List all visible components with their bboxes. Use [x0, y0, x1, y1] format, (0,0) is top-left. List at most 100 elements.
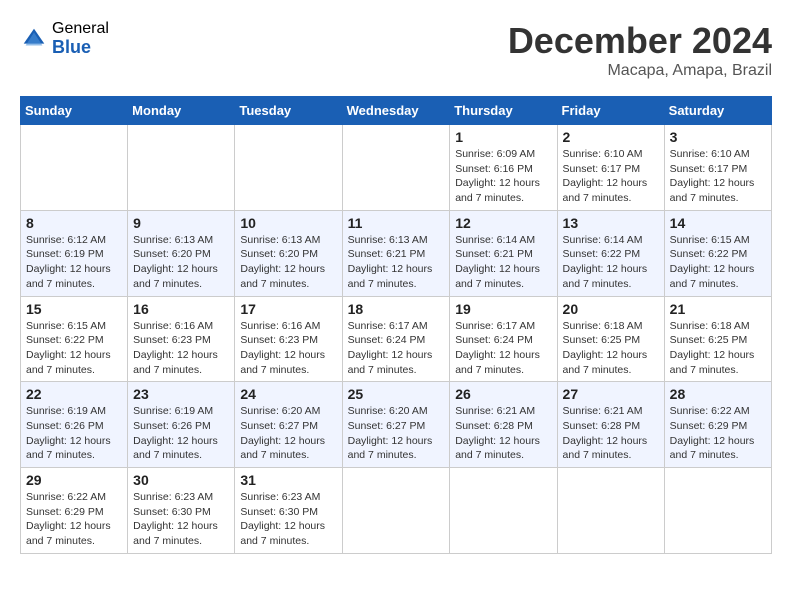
day-number: 13: [563, 215, 659, 231]
sunset: Sunset: 6:24 PM: [348, 334, 426, 346]
calendar-cell: 12 Sunrise: 6:14 AM Sunset: 6:21 PM Dayl…: [450, 210, 557, 296]
header-monday: Monday: [128, 97, 235, 125]
sunrise: Sunrise: 6:22 AM: [26, 491, 106, 503]
day-info: Sunrise: 6:10 AM Sunset: 6:17 PM Dayligh…: [563, 147, 659, 206]
calendar-cell: 17 Sunrise: 6:16 AM Sunset: 6:23 PM Dayl…: [235, 296, 342, 382]
daylight: Daylight: 12 hours and 7 minutes.: [240, 520, 325, 547]
logo-icon: [20, 25, 48, 53]
day-info: Sunrise: 6:19 AM Sunset: 6:26 PM Dayligh…: [26, 404, 122, 463]
day-info: Sunrise: 6:14 AM Sunset: 6:22 PM Dayligh…: [563, 233, 659, 292]
calendar-cell: 18 Sunrise: 6:17 AM Sunset: 6:24 PM Dayl…: [342, 296, 450, 382]
calendar-cell: 9 Sunrise: 6:13 AM Sunset: 6:20 PM Dayli…: [128, 210, 235, 296]
sunset: Sunset: 6:26 PM: [26, 420, 104, 432]
day-info: Sunrise: 6:16 AM Sunset: 6:23 PM Dayligh…: [133, 319, 229, 378]
calendar-cell: 25 Sunrise: 6:20 AM Sunset: 6:27 PM Dayl…: [342, 382, 450, 468]
sunset: Sunset: 6:29 PM: [670, 420, 748, 432]
daylight: Daylight: 12 hours and 7 minutes.: [26, 520, 111, 547]
calendar-cell: 8 Sunrise: 6:12 AM Sunset: 6:19 PM Dayli…: [21, 210, 128, 296]
calendar-cell: [342, 125, 450, 211]
sunset: Sunset: 6:26 PM: [133, 420, 211, 432]
day-info: Sunrise: 6:17 AM Sunset: 6:24 PM Dayligh…: [455, 319, 551, 378]
sunset: Sunset: 6:16 PM: [455, 163, 533, 175]
day-info: Sunrise: 6:12 AM Sunset: 6:19 PM Dayligh…: [26, 233, 122, 292]
sunrise: Sunrise: 6:16 AM: [240, 320, 320, 332]
sunset: Sunset: 6:30 PM: [133, 506, 211, 518]
daylight: Daylight: 12 hours and 7 minutes.: [670, 349, 755, 376]
sunrise: Sunrise: 6:10 AM: [670, 148, 750, 160]
day-info: Sunrise: 6:13 AM Sunset: 6:20 PM Dayligh…: [240, 233, 336, 292]
sunrise: Sunrise: 6:09 AM: [455, 148, 535, 160]
logo-text: General Blue: [52, 20, 109, 57]
calendar-cell: 14 Sunrise: 6:15 AM Sunset: 6:22 PM Dayl…: [664, 210, 771, 296]
daylight: Daylight: 12 hours and 7 minutes.: [563, 435, 648, 462]
daylight: Daylight: 12 hours and 7 minutes.: [563, 349, 648, 376]
calendar-cell: 1 Sunrise: 6:09 AM Sunset: 6:16 PM Dayli…: [450, 125, 557, 211]
day-number: 30: [133, 472, 229, 488]
daylight: Daylight: 12 hours and 7 minutes.: [240, 263, 325, 290]
header-thursday: Thursday: [450, 97, 557, 125]
day-number: 3: [670, 129, 766, 145]
day-number: 12: [455, 215, 551, 231]
daylight: Daylight: 12 hours and 7 minutes.: [670, 177, 755, 204]
calendar-cell: 16 Sunrise: 6:16 AM Sunset: 6:23 PM Dayl…: [128, 296, 235, 382]
sunrise: Sunrise: 6:18 AM: [670, 320, 750, 332]
calendar-cell: [664, 468, 771, 554]
calendar-week-2: 8 Sunrise: 6:12 AM Sunset: 6:19 PM Dayli…: [21, 210, 772, 296]
day-number: 28: [670, 386, 766, 402]
sunset: Sunset: 6:22 PM: [670, 248, 748, 260]
day-number: 22: [26, 386, 122, 402]
daylight: Daylight: 12 hours and 7 minutes.: [26, 349, 111, 376]
daylight: Daylight: 12 hours and 7 minutes.: [240, 349, 325, 376]
sunrise: Sunrise: 6:17 AM: [455, 320, 535, 332]
calendar-cell: [557, 468, 664, 554]
day-info: Sunrise: 6:19 AM Sunset: 6:26 PM Dayligh…: [133, 404, 229, 463]
day-number: 26: [455, 386, 551, 402]
calendar-cell: 15 Sunrise: 6:15 AM Sunset: 6:22 PM Dayl…: [21, 296, 128, 382]
sunrise: Sunrise: 6:15 AM: [26, 320, 106, 332]
calendar-cell: 28 Sunrise: 6:22 AM Sunset: 6:29 PM Dayl…: [664, 382, 771, 468]
day-info: Sunrise: 6:15 AM Sunset: 6:22 PM Dayligh…: [670, 233, 766, 292]
calendar-cell: 26 Sunrise: 6:21 AM Sunset: 6:28 PM Dayl…: [450, 382, 557, 468]
day-info: Sunrise: 6:13 AM Sunset: 6:20 PM Dayligh…: [133, 233, 229, 292]
sunset: Sunset: 6:28 PM: [455, 420, 533, 432]
calendar-cell: 19 Sunrise: 6:17 AM Sunset: 6:24 PM Dayl…: [450, 296, 557, 382]
calendar-cell: 2 Sunrise: 6:10 AM Sunset: 6:17 PM Dayli…: [557, 125, 664, 211]
title-block: December 2024 Macapa, Amapa, Brazil: [508, 20, 772, 80]
day-number: 10: [240, 215, 336, 231]
header-saturday: Saturday: [664, 97, 771, 125]
sunset: Sunset: 6:25 PM: [563, 334, 641, 346]
daylight: Daylight: 12 hours and 7 minutes.: [26, 435, 111, 462]
day-info: Sunrise: 6:20 AM Sunset: 6:27 PM Dayligh…: [240, 404, 336, 463]
sunrise: Sunrise: 6:21 AM: [455, 405, 535, 417]
day-info: Sunrise: 6:10 AM Sunset: 6:17 PM Dayligh…: [670, 147, 766, 206]
calendar-header-row: SundayMondayTuesdayWednesdayThursdayFrid…: [21, 97, 772, 125]
calendar-cell: 31 Sunrise: 6:23 AM Sunset: 6:30 PM Dayl…: [235, 468, 342, 554]
sunrise: Sunrise: 6:13 AM: [348, 234, 428, 246]
day-number: 19: [455, 301, 551, 317]
sunset: Sunset: 6:30 PM: [240, 506, 318, 518]
sunrise: Sunrise: 6:23 AM: [133, 491, 213, 503]
day-info: Sunrise: 6:14 AM Sunset: 6:21 PM Dayligh…: [455, 233, 551, 292]
day-number: 23: [133, 386, 229, 402]
calendar-cell: [21, 125, 128, 211]
daylight: Daylight: 12 hours and 7 minutes.: [455, 349, 540, 376]
sunset: Sunset: 6:20 PM: [240, 248, 318, 260]
sunrise: Sunrise: 6:13 AM: [133, 234, 213, 246]
sunset: Sunset: 6:17 PM: [563, 163, 641, 175]
sunrise: Sunrise: 6:19 AM: [26, 405, 106, 417]
sunrise: Sunrise: 6:15 AM: [670, 234, 750, 246]
sunrise: Sunrise: 6:13 AM: [240, 234, 320, 246]
header-tuesday: Tuesday: [235, 97, 342, 125]
day-info: Sunrise: 6:23 AM Sunset: 6:30 PM Dayligh…: [240, 490, 336, 549]
sunset: Sunset: 6:28 PM: [563, 420, 641, 432]
calendar-cell: 24 Sunrise: 6:20 AM Sunset: 6:27 PM Dayl…: [235, 382, 342, 468]
calendar-cell: 20 Sunrise: 6:18 AM Sunset: 6:25 PM Dayl…: [557, 296, 664, 382]
calendar-cell: 13 Sunrise: 6:14 AM Sunset: 6:22 PM Dayl…: [557, 210, 664, 296]
sunset: Sunset: 6:20 PM: [133, 248, 211, 260]
sunset: Sunset: 6:25 PM: [670, 334, 748, 346]
daylight: Daylight: 12 hours and 7 minutes.: [26, 263, 111, 290]
sunrise: Sunrise: 6:23 AM: [240, 491, 320, 503]
day-number: 24: [240, 386, 336, 402]
daylight: Daylight: 12 hours and 7 minutes.: [133, 263, 218, 290]
header-wednesday: Wednesday: [342, 97, 450, 125]
